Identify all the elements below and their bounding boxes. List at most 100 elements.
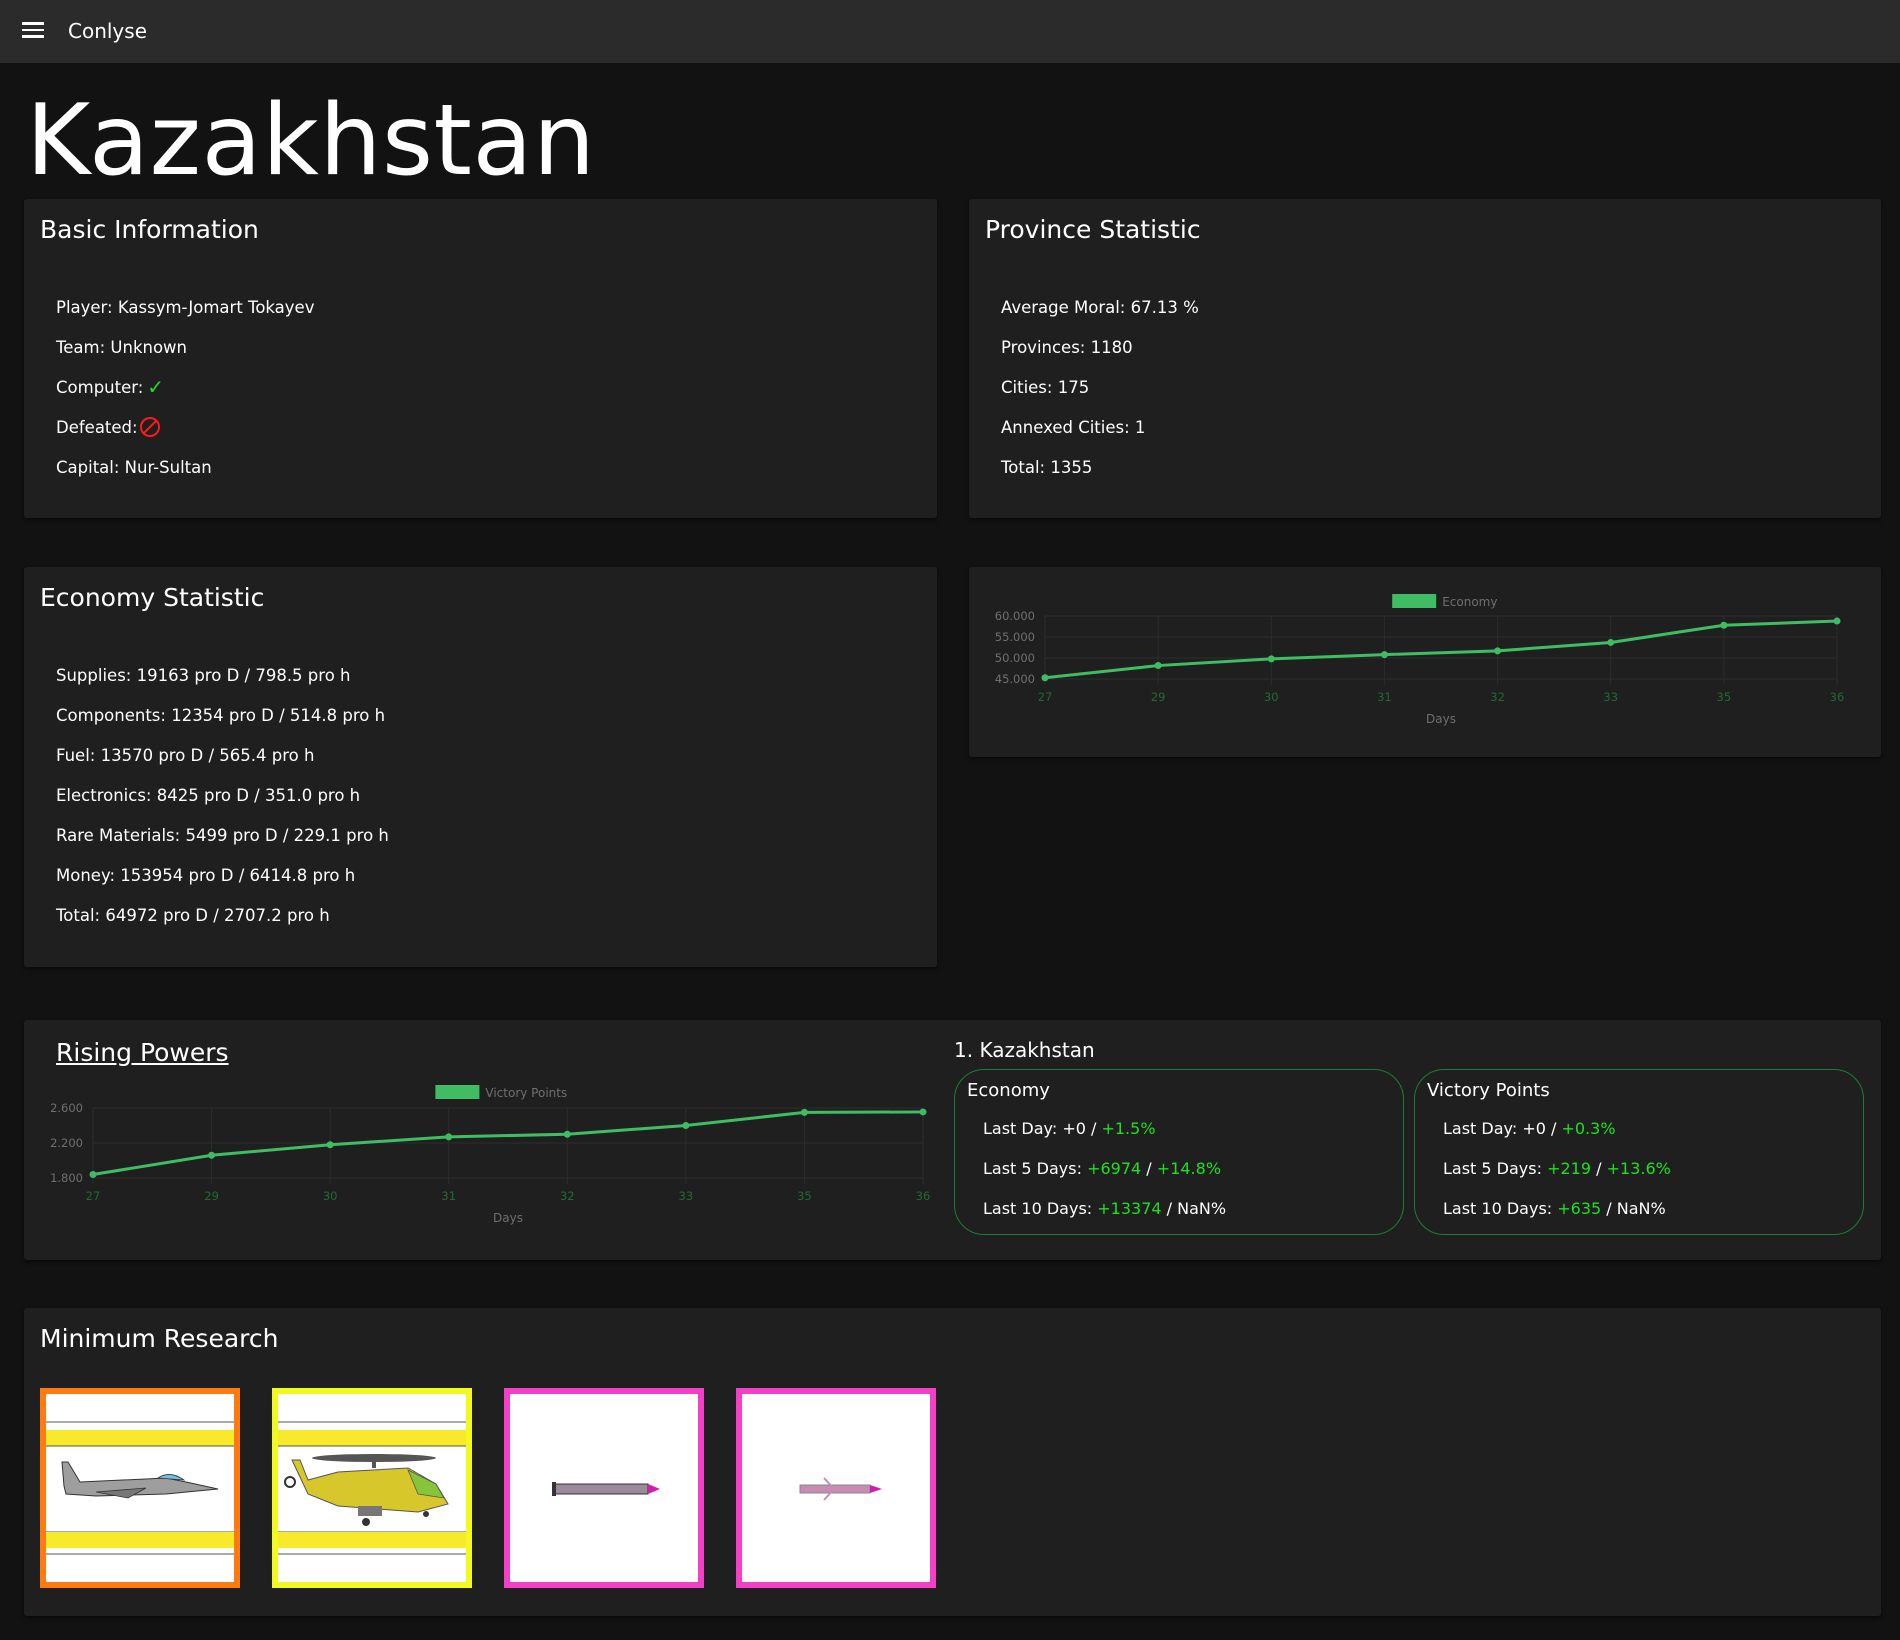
card-title: Minimum Research (40, 1324, 279, 1353)
data-point (1267, 655, 1275, 663)
page-title: Kazakhstan (26, 84, 596, 198)
economy-chart-card: Economy 60.000 55.000 50.000 45.000 27 29 30 31 3… (969, 567, 1881, 757)
economy-total-row: Total: 64972 pro D / 2707.2 pro h (56, 905, 330, 925)
average-moral-row: Average Moral: 67.13 % (1001, 297, 1199, 317)
last-5-days-percent: +14.8% (1156, 1158, 1222, 1178)
economy-last-day-row: Last Day: +0 / +1.5% (983, 1108, 1226, 1148)
data-point (1494, 647, 1502, 655)
series-line (1044, 619, 1838, 680)
research-anti-air-missile[interactable] (736, 1388, 936, 1588)
last-10-days-value: +635 (1557, 1198, 1602, 1218)
last-10-days-percent: / NaN% (1601, 1198, 1666, 1218)
y-tick-label: 45.000 (995, 672, 1035, 686)
x-tick-label: 31 (441, 1189, 456, 1203)
last-10-days-label: Last 10 Days: (983, 1198, 1098, 1218)
vp-last-5-days-row: Last 5 Days: +219 / +13.6% (1443, 1148, 1671, 1188)
x-tick-label: 31 (1377, 690, 1392, 704)
x-tick-label: 35 (1717, 690, 1732, 704)
annexed-cities-row: Annexed Cities: 1 (1001, 417, 1146, 437)
x-tick-label: 30 (323, 1189, 338, 1203)
victory-points-change-list: Last Day: +0 / +0.3% Last 5 Days: +219 /… (1443, 1108, 1671, 1228)
supplies-row: Supplies: 19163 pro D / 798.5 pro h (56, 665, 351, 685)
defeated-label: Defeated: (56, 417, 138, 437)
x-tick-label: 27 (1038, 690, 1053, 704)
data-point (1041, 674, 1049, 682)
computer-row: Computer: ✓ (56, 367, 314, 407)
last-10-days-percent: / NaN% (1161, 1198, 1227, 1218)
computer-label: Computer: (56, 377, 144, 397)
economy-last-5-days-row: Last 5 Days: +6974 / +14.8% (983, 1148, 1226, 1188)
data-point (1380, 651, 1388, 659)
last-5-days-label: Last 5 Days: (1443, 1158, 1548, 1178)
last-day-label: Last Day: +0 / (1443, 1118, 1562, 1138)
hamburger-menu-icon[interactable] (22, 22, 44, 40)
last-5-days-value: +6974 (1087, 1158, 1142, 1178)
helicopter-icon (278, 1421, 466, 1555)
last-day-label: Last Day: +0 / (983, 1118, 1102, 1138)
data-point (89, 1171, 97, 1178)
x-tick-label: 27 (86, 1189, 101, 1203)
legend-label: Victory Points (485, 1086, 567, 1100)
electronics-row: Electronics: 8425 pro D / 351.0 pro h (56, 785, 361, 805)
check-icon: ✓ (147, 375, 165, 399)
app-title: Conlyse (68, 19, 147, 43)
province-total-row: Total: 1355 (1001, 457, 1093, 477)
cities-row: Cities: 175 (1001, 377, 1090, 397)
team-row: Team: Unknown (56, 337, 188, 357)
x-tick-label: 30 (1264, 690, 1279, 704)
economy-line-chart[interactable]: Economy 60.000 55.000 50.000 45.00027 29 30 31 3… (969, 567, 1881, 757)
victory-points-line-chart[interactable]: Victory Points 2.600 2.200 1.80027 29 30 31 32 3… (24, 1060, 944, 1260)
x-tick-label: 35 (797, 1189, 812, 1203)
research-fighter-jet[interactable] (40, 1388, 240, 1588)
last-day-percent: +0.3% (1561, 1118, 1616, 1138)
components-row: Components: 12354 pro D / 514.8 pro h (56, 705, 386, 725)
y-tick-label: 2.600 (50, 1101, 83, 1115)
fighter-jet-icon (46, 1421, 234, 1555)
research-cruise-missile[interactable] (504, 1388, 704, 1588)
y-tick-label: 60.000 (995, 609, 1035, 623)
y-tick-label: 2.200 (50, 1136, 83, 1150)
victory-points-box-title: Victory Points (1427, 1080, 1550, 1101)
last-5-days-label: Last 5 Days: (983, 1158, 1088, 1178)
vp-last-day-row: Last Day: +0 / +0.3% (1443, 1108, 1671, 1148)
last-5-days-percent: +13.6% (1606, 1158, 1671, 1178)
rank-title: 1. Kazakhstan (954, 1038, 1095, 1062)
legend-swatch (435, 1085, 480, 1099)
x-tick-label: 33 (679, 1189, 694, 1203)
economy-box-title: Economy (967, 1080, 1050, 1101)
x-tick-label: 36 (1830, 690, 1845, 704)
legend-label: Economy (1442, 595, 1497, 609)
data-point (563, 1130, 571, 1138)
data-point (1154, 662, 1162, 670)
economy-info-list: Supplies: 19163 pro D / 798.5 pro h Comp… (56, 655, 389, 935)
y-tick-label: 1.800 (50, 1171, 83, 1185)
anti-air-missile-icon (799, 1477, 882, 1501)
separator: / (1591, 1158, 1607, 1178)
capital-row: Capital: Nur-Sultan (56, 457, 212, 477)
defeated-row: Defeated: (56, 407, 314, 447)
provinces-row: Provinces: 1180 (1001, 337, 1133, 357)
card-title: Economy Statistic (40, 583, 265, 612)
province-statistic-card: Province Statistic Average Moral: 67.13 … (969, 199, 1881, 518)
cruise-missile-icon (552, 1482, 660, 1496)
legend-swatch (1392, 594, 1437, 608)
fuel-row: Fuel: 13570 pro D / 565.4 pro h (56, 745, 315, 765)
research-attack-helicopter[interactable] (272, 1388, 472, 1588)
economy-change-list: Last Day: +0 / +1.5% Last 5 Days: +6974 … (983, 1108, 1226, 1228)
basic-info-list: Player: Kassym-Jomart Tokayev Team: Unkn… (56, 287, 314, 487)
last-10-days-label: Last 10 Days: (1443, 1198, 1558, 1218)
data-point (445, 1133, 453, 1141)
rare-materials-row: Rare Materials: 5499 pro D / 229.1 pro h (56, 825, 389, 845)
player-row: Player: Kassym-Jomart Tokayev (56, 297, 315, 317)
x-tick-label: 29 (204, 1189, 219, 1203)
card-title: Basic Information (40, 215, 259, 244)
x-axis-title: Days (493, 1211, 523, 1225)
data-point (1720, 621, 1728, 629)
economy-last-10-days-row: Last 10 Days: +13374 / NaN% (983, 1188, 1226, 1228)
last-day-percent: +1.5% (1101, 1118, 1156, 1138)
money-row: Money: 153954 pro D / 6414.8 pro h (56, 865, 356, 885)
data-point (682, 1122, 690, 1129)
data-point (1607, 638, 1615, 646)
rising-powers-link[interactable]: Rising Powers (56, 1038, 229, 1067)
victory-points-change-box: Victory Points Last Day: +0 / +0.3% Last… (1414, 1069, 1864, 1235)
